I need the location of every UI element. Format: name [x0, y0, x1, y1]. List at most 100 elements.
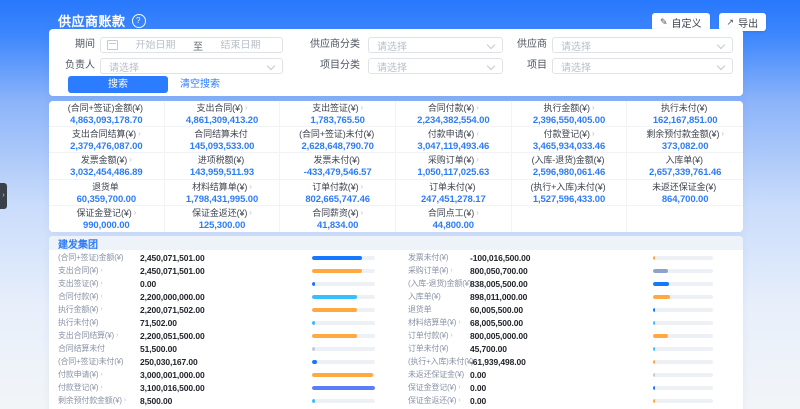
filter-panel: 期间 至 供应商分类 请选择 供应商 请选择 负责人 请选择 项目分类 请选择 …: [49, 29, 743, 96]
account-row[interactable]: 支出合同结算(¥)› 2,200,051,500.00: [49, 329, 375, 342]
summary-cell-value: 4,861,309,413.20: [186, 115, 258, 126]
summary-cell-value: 247,451,278.17: [421, 194, 486, 205]
summary-cell[interactable]: 支出签证(¥)› 1,783,765.50: [280, 101, 396, 127]
account-row-label: 合同结算未付: [49, 343, 140, 354]
account-row[interactable]: 执行金额(¥)› 2,200,071,502.00: [49, 303, 375, 316]
amount-bar-fill: [312, 399, 315, 403]
account-row[interactable]: 合同付款(¥)› 2,200,000,000.00: [49, 290, 375, 303]
summary-cell-value: 1,050,117,025.63: [417, 167, 489, 178]
account-row: 未返还保证金(¥) 0.00: [396, 368, 713, 381]
chevron-right-icon: ›: [450, 267, 452, 274]
account-row-value: 60,005,500.00: [470, 305, 523, 315]
company-name-link[interactable]: 建发集团: [58, 236, 98, 251]
account-row-label: 发票未付(¥): [396, 252, 470, 263]
chevron-right-icon: ›: [100, 267, 102, 274]
summary-cell[interactable]: 剩余预付款金额(¥)› 373,082.00: [627, 127, 743, 153]
summary-cell[interactable]: 材料结算单(¥)› 1,798,431,995.00: [165, 180, 281, 206]
chevron-right-icon: ›: [138, 129, 141, 138]
amount-bar: [653, 399, 713, 403]
summary-cell[interactable]: 付款登记(¥)› 3,465,934,033.46: [512, 127, 628, 153]
summary-cell-label: 合同点工(¥)›: [428, 206, 479, 219]
chevron-right-icon: ›: [476, 103, 479, 112]
end-date-input[interactable]: [205, 40, 276, 51]
summary-cell-value: 990,000.00: [83, 220, 130, 231]
amount-bar-fill: [653, 386, 655, 390]
account-row[interactable]: 支出签证(¥)› 0.00: [49, 277, 375, 290]
summary-cell[interactable]: 保证金返还(¥)› 125,300.00: [165, 206, 281, 232]
account-row[interactable]: 付款申请(¥)› 3,000,001,000.00: [49, 368, 375, 381]
account-row-label: 订单付款(¥)›: [396, 330, 470, 341]
account-row-value: 800,005,000.00: [470, 331, 528, 341]
summary-cell-value: 143,959,511.93: [190, 167, 254, 178]
account-row: (合同+签证)金额(¥) 2,450,071,501.00: [49, 251, 375, 264]
amount-bar: [653, 386, 713, 390]
chevron-right-icon: ›: [134, 208, 137, 217]
account-row-value: 45,700.00: [470, 344, 507, 354]
chevron-right-icon: ›: [458, 397, 460, 404]
amount-bar: [312, 386, 375, 390]
amount-bar-fill: [312, 308, 357, 312]
supplier-select[interactable]: 请选择: [552, 37, 733, 53]
account-row[interactable]: 剩余预付款金额(¥)› 8,500.00: [49, 394, 375, 407]
summary-cell[interactable]: 发票金额(¥)› 3,032,454,486.89: [49, 153, 165, 179]
account-row-label: 支出签证(¥)›: [49, 278, 140, 289]
account-row-value: -61,939,498.00: [470, 357, 526, 367]
account-row-label: 执行金额(¥)›: [49, 304, 140, 315]
account-row-label: 付款申请(¥)›: [49, 369, 140, 380]
date-range-picker[interactable]: 至: [100, 37, 283, 53]
summary-cell-value: 3,032,454,486.89: [70, 167, 142, 178]
summary-cell-label: 发票未付(¥): [314, 153, 362, 166]
summary-cell-value: 1,783,765.50: [311, 115, 365, 126]
summary-cell-value: 1,798,431,995.00: [186, 194, 258, 205]
clear-search-button[interactable]: 清空搜索: [180, 76, 220, 93]
account-row: 合同结算未付 51,500.00: [49, 342, 375, 355]
summary-cell-value: 145,093,533.00: [190, 141, 255, 152]
summary-cell-value: 60,359,700.00: [77, 194, 136, 205]
select-placeholder: 请选择: [109, 59, 139, 74]
account-row: 订单未付(¥) 45,700.00: [396, 342, 713, 355]
account-row-value: 2,200,071,502.00: [140, 305, 205, 315]
account-row-value: 71,502.00: [140, 318, 177, 328]
summary-cell: 入库单(¥) 2,657,339,761.46: [627, 153, 743, 179]
summary-cell[interactable]: 采购订单(¥)› 1,050,117,025.63: [396, 153, 512, 179]
account-row-value: 0.00: [470, 383, 486, 393]
export-icon: ↗: [727, 18, 735, 27]
account-row[interactable]: 支出合同(¥)› 2,450,071,501.00: [49, 264, 375, 277]
chevron-right-icon: ›: [100, 384, 102, 391]
period-label: 期间: [49, 37, 95, 53]
search-button[interactable]: 搜索: [68, 76, 168, 93]
summary-cell[interactable]: 付款申请(¥)› 3,047,119,493.46: [396, 127, 512, 153]
amount-bar: [653, 295, 713, 299]
summary-cell[interactable]: 合同付款(¥)› 2,234,382,554.00: [396, 101, 512, 127]
summary-cell-label: 入库单(¥): [665, 153, 704, 166]
summary-cell[interactable]: 合同薪资(¥)› 41,834.00: [280, 206, 396, 232]
drawer-handle[interactable]: ›: [0, 183, 7, 209]
company-rows-right-column: 发票未付(¥) -100,016,500.00 采购订单(¥)› 800,050…: [396, 250, 743, 409]
summary-cell[interactable]: 支出合同(¥)› 4,861,309,413.20: [165, 101, 281, 127]
start-date-input[interactable]: [120, 40, 191, 51]
account-row[interactable]: 保证金登记(¥)› 0.00: [396, 381, 713, 394]
account-row-label: (合同+签证)金额(¥): [49, 252, 140, 263]
summary-cell[interactable]: 保证金登记(¥)› 990,000.00: [49, 206, 165, 232]
amount-bar-fill: [653, 256, 655, 260]
summary-cell[interactable]: 订单付款(¥)› 802,665,747.46: [280, 180, 396, 206]
summary-cell-value: 2,379,476,087.00: [70, 141, 142, 152]
summary-cell-value: 3,465,934,033.46: [533, 141, 605, 152]
summary-cell[interactable]: 合同点工(¥)› 44,800.00: [396, 206, 512, 232]
account-row-label: 材料结算单(¥)›: [396, 317, 470, 328]
company-rows: (合同+签证)金额(¥) 2,450,071,501.00 支出合同(¥)› 2…: [49, 250, 743, 409]
account-row[interactable]: 付款登记(¥)› 3,100,016,500.00: [49, 381, 375, 394]
account-row[interactable]: 采购订单(¥)› 800,050,700.00: [396, 264, 713, 277]
summary-cell-label: 合同薪资(¥)›: [312, 206, 363, 219]
project-select[interactable]: 请选择: [552, 58, 733, 74]
amount-bar: [653, 269, 713, 273]
account-row[interactable]: 保证金返还(¥)› 0.00: [396, 394, 713, 407]
owner-select[interactable]: 请选择: [100, 58, 283, 74]
help-icon[interactable]: ?: [132, 14, 146, 28]
account-row-value: 800,050,700.00: [470, 266, 528, 276]
account-row[interactable]: 材料结算单(¥)› 68,005,500.00: [396, 316, 713, 329]
summary-cell[interactable]: 支出合同结算(¥)› 2,379,476,087.00: [49, 127, 165, 153]
amount-bar-fill: [653, 282, 669, 286]
summary-cell[interactable]: 执行金额(¥)› 2,396,550,405.00: [512, 101, 628, 127]
account-row[interactable]: 订单付款(¥)› 800,005,000.00: [396, 329, 713, 342]
